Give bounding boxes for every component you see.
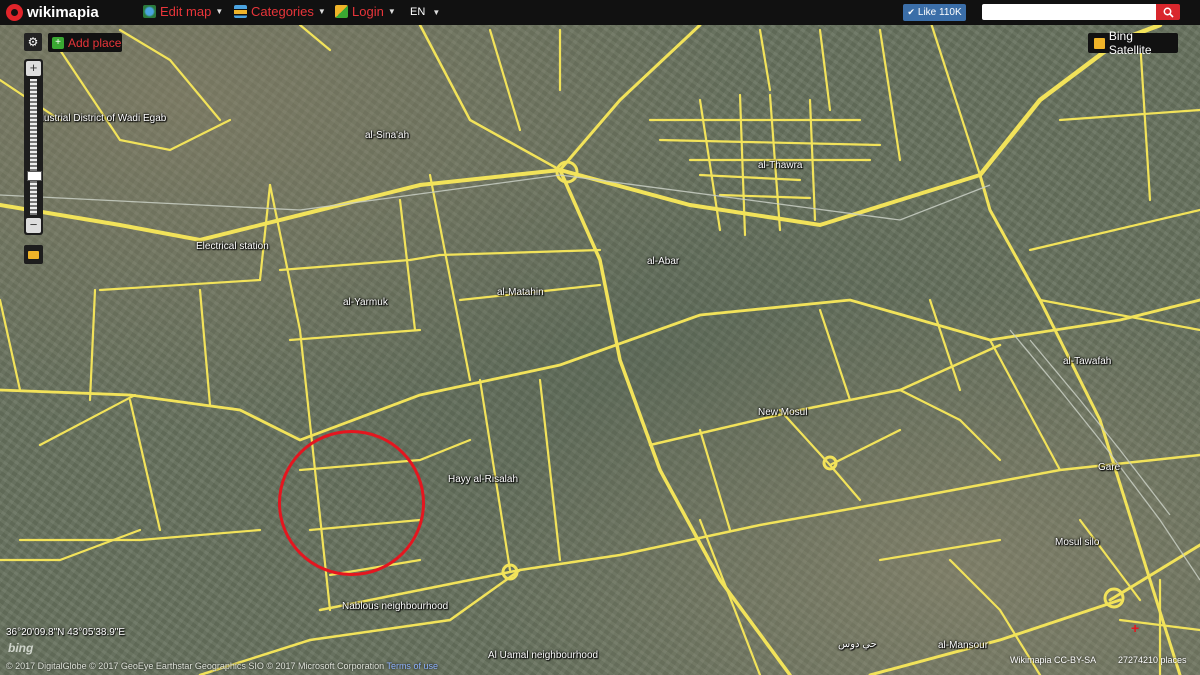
login-icon [335, 5, 348, 18]
login-menu[interactable]: Login ▼ [335, 4, 396, 19]
marker-cross-icon: + [1131, 620, 1140, 636]
map-label-al-tawafah[interactable]: al-Tawafah [1063, 356, 1111, 367]
map-type-button[interactable]: Bing Satellite [1088, 29, 1178, 57]
map-label-gare[interactable]: Gare [1098, 462, 1120, 473]
categories-label: Categories [251, 4, 314, 19]
chevron-down-icon: ▼ [215, 7, 224, 16]
language-label: EN [410, 6, 426, 18]
categories-menu[interactable]: Categories ▼ [234, 4, 326, 19]
map-label-new-mosul[interactable]: New Mosul [758, 407, 807, 418]
license-text[interactable]: Wikimapia CC-BY-SA [1010, 655, 1096, 665]
like-button[interactable]: ✔ Like 110K [903, 4, 966, 21]
map-label-al-thawra[interactable]: al-Thawra [758, 160, 802, 171]
search-input[interactable] [982, 4, 1160, 20]
zoom-slider-track[interactable] [30, 79, 37, 215]
add-icon: + [52, 36, 64, 49]
login-label: Login [352, 4, 384, 19]
language-selector[interactable]: EN ▼ [410, 6, 440, 18]
list-icon [234, 5, 247, 18]
chevron-down-icon: ▼ [317, 7, 326, 16]
places-count: 27274210 places [1118, 655, 1187, 665]
copyright-text: © 2017 DigitalGlobe © 2017 GeoEye Earths… [6, 661, 438, 671]
map-label-al-sinaah[interactable]: al-Sina'ah [365, 130, 409, 141]
search-icon [1163, 7, 1174, 18]
map-type-label: Bing Satellite [1108, 29, 1152, 57]
map-label-al-abar[interactable]: al-Abar [647, 256, 679, 267]
satellite-icon [1094, 37, 1105, 49]
map-label-al-uamal-neighbourhood[interactable]: Al Uamal neighbourhood [488, 650, 598, 661]
map-label-industrial-district[interactable]: Industrial District of Wadi Egab [30, 113, 166, 124]
checkmark-icon: ✔ [907, 7, 915, 17]
zoom-control: + − [24, 59, 43, 235]
satellite-map[interactable]: Industrial District of Wadi Egab al-Sina… [0, 0, 1200, 675]
layer-switch-button[interactable] [24, 245, 43, 264]
settings-button[interactable]: ⚙ [24, 33, 42, 51]
layers-icon [28, 250, 39, 259]
search-button[interactable] [1156, 4, 1180, 20]
chevron-down-icon: ▼ [387, 7, 396, 16]
map-label-al-matahin[interactable]: al-Matahin [497, 287, 544, 298]
bing-logo: bing [8, 641, 34, 655]
like-label: Like 110K [917, 7, 962, 18]
map-label-nablous-neighbourhood[interactable]: Nablous neighbourhood [342, 601, 448, 612]
wikimapia-logo-icon [6, 4, 23, 21]
zoom-in-button[interactable]: + [26, 61, 41, 76]
terms-link[interactable]: Terms of use [386, 661, 438, 671]
add-place-button[interactable]: + Add place [48, 33, 122, 52]
zoom-slider-handle[interactable] [27, 171, 42, 181]
map-label-mosul-silo[interactable]: Mosul silo [1055, 537, 1099, 548]
globe-icon [143, 5, 156, 18]
chevron-down-icon: ▼ [432, 8, 441, 17]
map-label-al-mansour[interactable]: al-Mansour [938, 640, 988, 651]
edit-map-label: Edit map [160, 4, 212, 19]
zoom-out-button[interactable]: − [26, 218, 41, 233]
road-network [0, 18, 1200, 675]
coordinates-readout: 36°20'09.8"N 43°05'38.9"E [6, 627, 126, 638]
map-label-al-yarmuk[interactable]: al-Yarmuk [343, 297, 388, 308]
map-label-hayy-al-risalah[interactable]: Hayy al-Risalah [448, 474, 518, 485]
copyright-label: © 2017 DigitalGlobe © 2017 GeoEye Earths… [6, 661, 385, 671]
top-bar: wikimapia Edit map ▼ Categories ▼ Login … [0, 0, 1200, 25]
gear-icon: ⚙ [27, 35, 39, 49]
wikimapia-logo[interactable]: wikimapia [6, 3, 99, 22]
highlight-circle [278, 430, 425, 576]
map-label-electrical-station[interactable]: Electrical station [196, 241, 269, 252]
add-place-label: Add place [68, 35, 122, 50]
edit-map-menu[interactable]: Edit map ▼ [143, 4, 223, 19]
brand-name: wikimapia [27, 4, 99, 21]
map-label-arabic[interactable]: حي دوس [838, 639, 877, 650]
